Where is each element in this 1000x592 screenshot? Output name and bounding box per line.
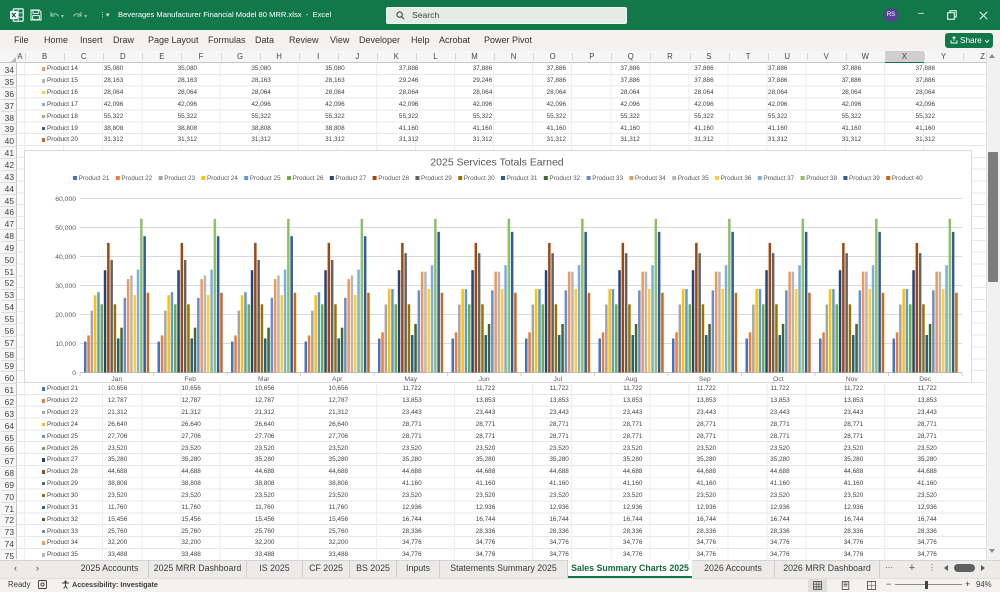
svg-text:30,000: 30,000 [55, 282, 76, 289]
svg-text:Product 36: Product 36 [721, 175, 752, 182]
svg-text:Product 40: Product 40 [892, 175, 923, 182]
svg-text:Sep: Sep [699, 375, 711, 382]
svg-text:20,000: 20,000 [55, 311, 76, 318]
svg-text:10,000: 10,000 [55, 340, 76, 347]
svg-text:50,000: 50,000 [55, 224, 76, 231]
svg-text:Nov: Nov [846, 375, 859, 382]
svg-text:Product 30: Product 30 [464, 175, 495, 182]
svg-text:Product 31: Product 31 [507, 175, 538, 182]
svg-text:Product 21: Product 21 [79, 175, 110, 182]
svg-text:2025 Services Totals Earned: 2025 Services Totals Earned [430, 157, 563, 168]
svg-text:Product 35: Product 35 [678, 175, 709, 182]
svg-text:Product 22: Product 22 [121, 175, 152, 182]
svg-text:Product 38: Product 38 [806, 175, 837, 182]
svg-text:60,000: 60,000 [55, 195, 76, 202]
svg-text:Product 29: Product 29 [421, 175, 452, 182]
svg-text:Product 32: Product 32 [549, 175, 580, 182]
svg-text:Product 25: Product 25 [250, 175, 281, 182]
svg-text:May: May [404, 375, 417, 382]
svg-text:Product 26: Product 26 [293, 175, 324, 182]
svg-text:Product 24: Product 24 [207, 175, 238, 182]
svg-text:0: 0 [72, 369, 76, 376]
svg-text:Product 23: Product 23 [164, 175, 195, 182]
svg-text:Apr: Apr [332, 375, 343, 382]
svg-text:Aug: Aug [625, 375, 637, 382]
svg-text:Jul: Jul [554, 375, 563, 382]
svg-text:Product 33: Product 33 [592, 175, 623, 182]
svg-text:Mar: Mar [258, 375, 270, 382]
svg-text:Oct: Oct [773, 375, 784, 382]
svg-text:Product 34: Product 34 [635, 175, 666, 182]
svg-text:Jun: Jun [479, 375, 490, 382]
svg-text:Product 28: Product 28 [378, 175, 409, 182]
svg-text:Dec: Dec [919, 375, 932, 382]
svg-text:Feb: Feb [184, 375, 196, 382]
svg-text:Jan: Jan [111, 375, 122, 382]
svg-text:Product 37: Product 37 [763, 175, 794, 182]
svg-text:Product 39: Product 39 [849, 175, 880, 182]
svg-text:40,000: 40,000 [55, 253, 76, 260]
svg-text:Product 27: Product 27 [335, 175, 366, 182]
